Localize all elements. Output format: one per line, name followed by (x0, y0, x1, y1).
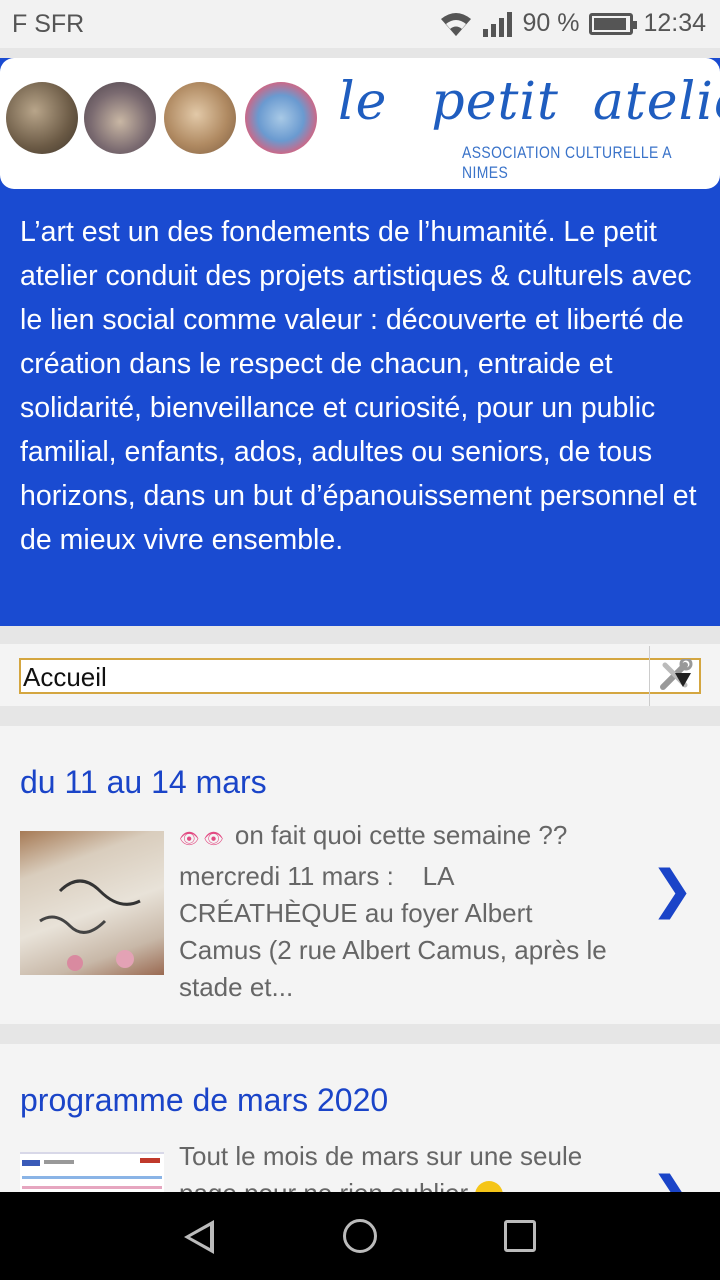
chevron-down-icon (675, 673, 691, 687)
clock: 12:34 (643, 9, 706, 37)
wifi-icon (441, 12, 472, 36)
excerpt-line: mercredi 11 mars : LA (179, 861, 455, 891)
status-bar: F SFR 90 % 12:34 (0, 0, 720, 48)
brand-tagline: ASSOCIATION CULTURELLE A NIMES (462, 143, 672, 182)
brand-wordmark: lepetit atelier (338, 72, 720, 132)
nav-select[interactable]: Accueil (19, 646, 701, 706)
logo-photo-3 (164, 82, 236, 154)
excerpt-line: on fait quoi cette semaine ?? (234, 820, 568, 850)
battery-icon (589, 12, 638, 35)
post-card[interactable]: programme de mars 2020 Tout le mois de m… (0, 1044, 720, 1225)
excerpt-line: CRÉATHÈQUE au foyer Albert (179, 898, 533, 928)
logo-photo-1 (6, 82, 78, 154)
post-thumbnail[interactable] (20, 831, 164, 975)
chevron-right-icon[interactable]: ❯ (650, 860, 694, 920)
intro-text: L’art est un des fondements de l’humanit… (20, 216, 697, 556)
post-title[interactable]: du 11 au 14 mars (20, 764, 267, 801)
brand-word-3: atelier (592, 72, 720, 132)
logo-photo-2 (84, 82, 156, 154)
carrier-label: F SFR (12, 10, 85, 38)
screen: F SFR 90 % 12:34 lepetit atelier ASSOCIAT… (0, 0, 720, 1280)
excerpt-line: Tout le mois de mars sur une seule (179, 1141, 583, 1171)
nav-select-value: Accueil (23, 662, 107, 692)
logo-photo-4 (245, 82, 317, 154)
excerpt-line: Camus (2 rue Albert Camus, après le (179, 935, 607, 965)
battery-percent: 90 % (522, 9, 580, 37)
signal-icon (483, 11, 513, 37)
brand-word-2: petit (431, 72, 559, 132)
nav-select-bar: Accueil (0, 644, 720, 706)
post-excerpt: 👁👁 on fait quoi cette semaine ?? mercred… (179, 817, 659, 1006)
recent-apps-icon[interactable] (504, 1220, 536, 1252)
eyes-emoji-icon: 👁👁 (179, 831, 228, 848)
post-thumbnail[interactable] (20, 1152, 164, 1192)
thumbnail-art (39, 879, 141, 971)
brand-word-1: le (338, 72, 388, 132)
nav-select-toggle[interactable] (649, 646, 699, 706)
home-icon[interactable] (343, 1219, 377, 1253)
post-title[interactable]: programme de mars 2020 (20, 1082, 388, 1119)
excerpt-line: stade et... (179, 972, 294, 1002)
back-icon-inner (190, 1226, 210, 1248)
post-card[interactable]: du 11 au 14 mars 👁👁 on fait quoi cette s… (0, 726, 720, 1024)
status-right: 90 % 12:34 (439, 9, 706, 38)
thumbnail-art (22, 1158, 162, 1189)
